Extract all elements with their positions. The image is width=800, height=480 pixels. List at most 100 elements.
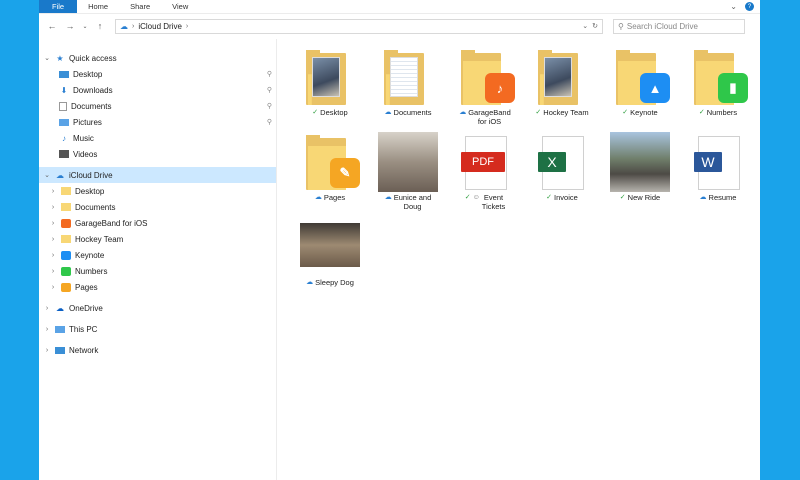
ribbon-right-controls: ⌄ ?: [730, 2, 754, 11]
expand-ribbon-icon[interactable]: ⌄: [730, 2, 737, 11]
numbers-folder-icon[interactable]: ▮: [688, 47, 748, 107]
nav-item-videos[interactable]: Videos: [39, 146, 276, 162]
path-separator-icon[interactable]: ›: [186, 23, 188, 30]
file-tile[interactable]: ☁ Eunice and Doug: [375, 132, 441, 211]
chevron-down-icon[interactable]: ⌄: [43, 54, 51, 62]
nav-icloud-desktop[interactable]: › Desktop: [39, 183, 276, 199]
file-name-line1: Documents: [393, 108, 432, 117]
chevron-right-icon[interactable]: ›: [43, 305, 51, 312]
search-input[interactable]: Search iCloud Drive: [627, 22, 698, 31]
pin-icon[interactable]: ⚲: [267, 70, 272, 78]
chevron-down-icon[interactable]: ⌄: [43, 171, 51, 179]
chevron-right-icon[interactable]: ›: [49, 236, 57, 243]
nav-item-music[interactable]: ♪ Music: [39, 130, 276, 146]
chevron-right-icon[interactable]: ›: [43, 326, 51, 333]
file-tile[interactable]: ☁ Sleepy Dog: [297, 217, 363, 287]
synced-check-icon: ✓: [698, 109, 705, 116]
pictures-icon: [59, 118, 69, 126]
chevron-right-icon[interactable]: ›: [49, 204, 57, 211]
file-tile[interactable]: ✓ Hockey Team: [529, 47, 595, 117]
nav-label: Pages: [75, 282, 98, 292]
search-box[interactable]: ⚲ Search iCloud Drive: [613, 18, 745, 34]
file-tile[interactable]: PDF ✓ ☺ Event Tickets: [452, 132, 518, 211]
address-bar[interactable]: ☁ › iCloud Drive › ⌄ ↻: [115, 18, 603, 34]
chevron-right-icon[interactable]: ›: [49, 220, 57, 227]
nav-icloud-documents[interactable]: › Documents: [39, 199, 276, 215]
refresh-icon[interactable]: ↻: [592, 22, 598, 30]
folder-icon[interactable]: [300, 47, 360, 107]
folder-icon: [61, 187, 71, 195]
file-tile[interactable]: ♪ ☁ GarageBand for iOS: [452, 47, 518, 126]
cloud-status-icon: ☁: [384, 109, 392, 116]
file-tile[interactable]: ✎ ☁ Pages: [297, 132, 363, 202]
file-tile[interactable]: W ☁ Resume: [685, 132, 751, 202]
pages-folder-icon[interactable]: ✎: [300, 132, 360, 192]
help-icon[interactable]: ?: [745, 2, 754, 11]
nav-item-pictures[interactable]: Pictures ⚲: [39, 114, 276, 130]
folder-icon[interactable]: [532, 47, 592, 107]
garageband-folder-icon[interactable]: ♪: [455, 47, 515, 107]
pdf-file-icon[interactable]: PDF: [455, 132, 515, 192]
garageband-icon: [61, 218, 71, 228]
file-caption: ☁ Eunice and Doug: [385, 193, 432, 211]
ribbon: File Home Share View ⌄ ?: [39, 0, 760, 14]
file-caption: ✓ Numbers: [699, 108, 737, 117]
breadcrumb-icloud-drive[interactable]: iCloud Drive: [138, 22, 182, 31]
word-file-icon[interactable]: W: [688, 132, 748, 192]
file-name-line1: New Ride: [627, 193, 661, 202]
pin-icon[interactable]: ⚲: [267, 118, 272, 126]
download-icon: ⬇: [60, 85, 68, 95]
chevron-right-icon[interactable]: ›: [49, 252, 57, 259]
nav-icloud-pages[interactable]: › Pages: [39, 279, 276, 295]
nav-quick-access[interactable]: ⌄ ★ Quick access: [39, 50, 276, 66]
pin-icon[interactable]: ⚲: [267, 102, 272, 110]
file-tile[interactable]: ✓ New Ride: [607, 132, 673, 202]
nav-item-downloads[interactable]: ⬇ Downloads ⚲: [39, 82, 276, 98]
address-dropdown-icon[interactable]: ⌄: [582, 22, 588, 30]
file-tile[interactable]: ▮ ✓ Numbers: [685, 47, 751, 117]
tab-file[interactable]: File: [39, 0, 78, 13]
nav-item-documents[interactable]: Documents ⚲: [39, 98, 276, 114]
nav-network[interactable]: › Network: [39, 342, 276, 358]
search-icon: ⚲: [618, 21, 624, 31]
nav-icloud-numbers[interactable]: › Numbers: [39, 263, 276, 279]
file-tile[interactable]: X ✓ Invoice: [529, 132, 595, 202]
excel-file-icon[interactable]: X: [532, 132, 592, 192]
chevron-right-icon[interactable]: ›: [49, 284, 57, 291]
nav-label: GarageBand for iOS: [75, 218, 148, 228]
keynote-folder-icon[interactable]: ▲: [610, 47, 670, 107]
file-name-line1: Desktop: [320, 108, 348, 117]
file-tile[interactable]: ✓ Desktop: [297, 47, 363, 117]
photo-thumbnail[interactable]: [300, 217, 360, 277]
chevron-right-icon[interactable]: ›: [49, 268, 57, 275]
chevron-right-icon[interactable]: ›: [49, 188, 57, 195]
up-arrow-icon[interactable]: ↑: [93, 21, 107, 31]
nav-label: Documents: [75, 202, 116, 212]
computer-icon: [55, 325, 65, 333]
file-name-line1: Pages: [323, 193, 346, 202]
nav-icloud-keynote[interactable]: › Keynote: [39, 247, 276, 263]
forward-arrow-icon[interactable]: →: [63, 21, 77, 31]
chevron-right-icon[interactable]: ›: [43, 347, 51, 354]
back-arrow-icon[interactable]: ←: [45, 21, 59, 31]
network-icon: [55, 346, 65, 354]
tab-share[interactable]: Share: [119, 0, 161, 13]
pin-icon[interactable]: ⚲: [267, 86, 272, 94]
path-separator-icon[interactable]: ›: [132, 23, 134, 30]
folder-icon[interactable]: [378, 47, 438, 107]
nav-onedrive[interactable]: › ☁ OneDrive: [39, 300, 276, 316]
file-tile[interactable]: ☁ Documents: [375, 47, 441, 117]
nav-icloud-hockey-team[interactable]: › Hockey Team: [39, 231, 276, 247]
file-tile[interactable]: ▲ ✓ Keynote: [607, 47, 673, 117]
recent-chevron-icon[interactable]: ⌄: [81, 23, 89, 30]
tab-view[interactable]: View: [161, 0, 199, 13]
nav-icloud-garageband[interactable]: › GarageBand for iOS: [39, 215, 276, 231]
photo-thumbnail[interactable]: [378, 132, 438, 192]
photo-thumbnail[interactable]: [610, 132, 670, 192]
address-row: ← → ⌄ ↑ ☁ › iCloud Drive › ⌄ ↻ ⚲ Search …: [39, 14, 760, 38]
tab-home[interactable]: Home: [77, 0, 119, 13]
nav-item-desktop[interactable]: Desktop ⚲: [39, 66, 276, 82]
nav-icloud-drive[interactable]: ⌄ ☁ iCloud Drive: [39, 167, 276, 183]
file-caption: ✓ Hockey Team: [535, 108, 588, 117]
nav-this-pc[interactable]: › This PC: [39, 321, 276, 337]
